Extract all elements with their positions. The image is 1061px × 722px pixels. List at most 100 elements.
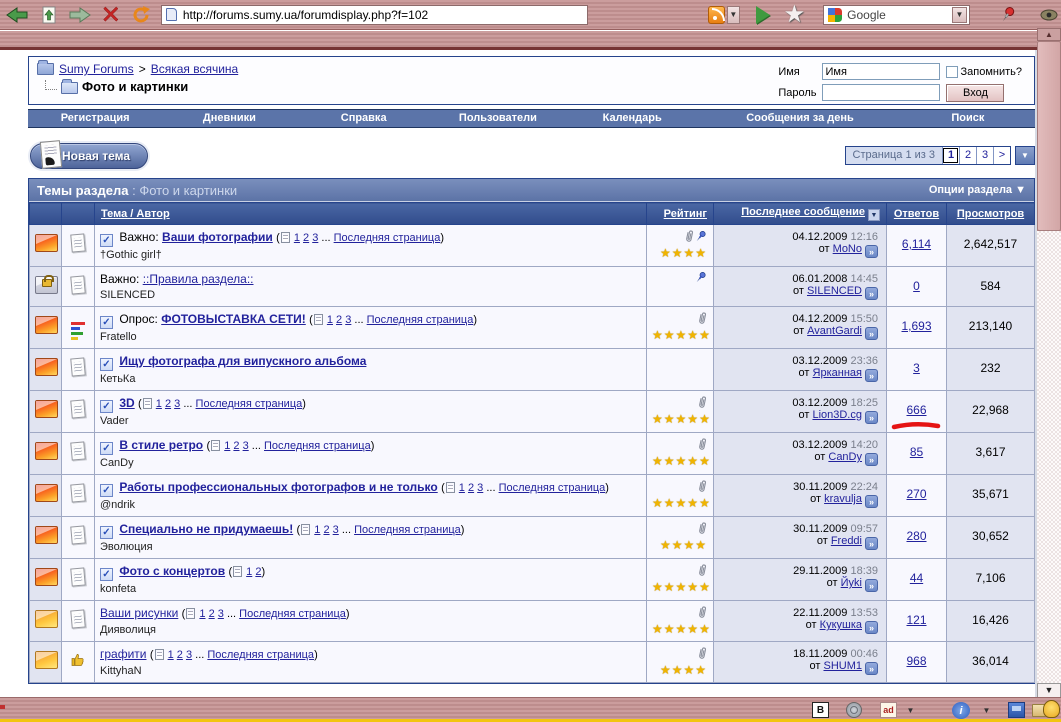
thread-page-link[interactable]: 3 (345, 314, 351, 326)
last-post-user-link[interactable]: Lion3D.cg (812, 409, 862, 421)
replies-link[interactable]: 3 (913, 361, 920, 375)
back-icon[interactable] (6, 3, 31, 27)
globe-icon[interactable] (846, 702, 862, 718)
goto-last-post-icon[interactable]: » (865, 495, 878, 508)
thread-title-link[interactable]: Специально не придумаешь! (119, 522, 293, 536)
thread-page-link[interactable]: 3 (174, 398, 180, 410)
vertical-scrollbar[interactable]: ▲ ▼ (1037, 28, 1061, 698)
search-engine-dropdown[interactable]: ▼ (952, 7, 967, 23)
thread-title-link[interactable]: графити (100, 647, 147, 661)
thread-title-link[interactable]: Фото с концертов (119, 564, 225, 578)
last-page-link[interactable]: Последняя страница (196, 398, 303, 410)
thread-page-link[interactable]: 2 (468, 482, 474, 494)
info-icon[interactable]: i (952, 702, 970, 719)
goto-last-post-icon[interactable]: » (865, 662, 878, 675)
desktop-icon[interactable] (1008, 702, 1025, 718)
last-post-user-link[interactable]: kravulja (824, 493, 862, 505)
password-field[interactable] (822, 84, 940, 101)
thread-page-link[interactable]: 2 (177, 649, 183, 661)
last-page-link[interactable]: Последняя страница (334, 232, 441, 244)
last-page-link[interactable]: Последняя страница (367, 314, 474, 326)
remember-option[interactable]: Запомнить? (946, 66, 1022, 78)
last-post-user-link[interactable]: Кукушка (820, 619, 862, 631)
thread-page-link[interactable]: 3 (218, 608, 224, 620)
last-post-user-link[interactable]: Ярканная (813, 367, 862, 379)
thread-title-link[interactable]: Работы профессиональных фотографов и не … (119, 480, 437, 494)
last-page-link[interactable]: Последняя страница (499, 482, 606, 494)
caret-down-icon[interactable]: ▼ (902, 702, 919, 718)
thread-page-link[interactable]: 3 (477, 482, 483, 494)
url-text[interactable]: http://forums.sumy.ua/forumdisplay.php?f… (183, 8, 428, 22)
thread-page-link[interactable]: 1 (246, 566, 252, 578)
replies-link[interactable]: 85 (910, 445, 923, 459)
thread-page-link[interactable]: 3 (243, 440, 249, 452)
goto-last-post-icon[interactable]: » (865, 453, 878, 466)
navbar-item-пользователи[interactable]: Пользователи (431, 110, 565, 127)
navbar-item-регистрация[interactable]: Регистрация (28, 110, 162, 127)
thread-title-link[interactable]: ::Правила раздела:: (143, 272, 254, 286)
replies-link[interactable]: 270 (906, 487, 926, 501)
last-page-link[interactable]: Последняя страница (239, 608, 346, 620)
thread-page-link[interactable]: 2 (233, 440, 239, 452)
thread-page-link[interactable]: 2 (323, 524, 329, 536)
thread-title-link[interactable]: Ваши рисунки (100, 606, 178, 620)
bold-b-icon[interactable]: B (812, 702, 829, 718)
go-icon[interactable] (756, 6, 770, 24)
next-page-link[interactable]: > (993, 147, 1010, 164)
navbar-item-календарь[interactable]: Календарь (565, 110, 699, 127)
rss-icon[interactable] (708, 6, 725, 24)
thread-page-link[interactable]: 3 (186, 649, 192, 661)
thread-page-link[interactable]: 3 (312, 232, 318, 244)
new-thread-button[interactable]: Новая тема (30, 143, 148, 169)
last-page-link[interactable]: Последняя страница (354, 524, 461, 536)
thread-page-link[interactable]: 1 (199, 608, 205, 620)
thread-page-link[interactable]: 1 (314, 524, 320, 536)
page-link-1[interactable]: 1 (942, 147, 959, 164)
refresh-icon[interactable] (128, 3, 153, 27)
navbar-item-справка[interactable]: Справка (297, 110, 431, 127)
scroll-up-button[interactable]: ▲ (1037, 28, 1061, 41)
page-link-2[interactable]: 2 (959, 147, 976, 164)
thread-page-link[interactable]: 1 (294, 232, 300, 244)
thread-page-link[interactable]: 2 (165, 398, 171, 410)
caret-down-icon[interactable]: ▼ (978, 702, 995, 718)
goto-last-post-icon[interactable]: » (865, 621, 878, 634)
navbar-item-дневники[interactable]: Дневники (162, 110, 296, 127)
scrollbar-thumb[interactable] (1037, 41, 1061, 231)
replies-link[interactable]: 1,693 (901, 319, 931, 333)
goto-last-post-icon[interactable]: » (865, 245, 878, 258)
thread-title-link[interactable]: Ищу фотографа для випускного альбома (119, 354, 366, 368)
remember-checkbox[interactable] (946, 66, 958, 78)
last-page-link[interactable]: Последняя страница (207, 649, 314, 661)
forward-icon[interactable] (67, 3, 92, 27)
thread-page-link[interactable]: 1 (168, 649, 174, 661)
last-post-user-link[interactable]: Йуki (841, 577, 862, 589)
ad-filter-icon[interactable]: ad (880, 702, 897, 718)
lamp-icon[interactable] (1043, 700, 1060, 718)
thread-page-link[interactable]: 2 (255, 566, 261, 578)
rss-dropdown[interactable]: ▼ (727, 6, 740, 24)
thread-title-link[interactable]: 3D (119, 396, 134, 410)
replies-link[interactable]: 6,114 (902, 237, 931, 251)
goto-last-post-icon[interactable]: » (865, 327, 878, 340)
last-post-user-link[interactable]: SILENCED (807, 285, 862, 297)
thread-page-link[interactable]: 2 (336, 314, 342, 326)
navbar-item-поиск[interactable]: Поиск (901, 110, 1035, 127)
replies-link[interactable]: 666 (906, 403, 926, 417)
thread-title-link[interactable]: В стиле ретро (119, 438, 203, 452)
login-button[interactable]: Вход (946, 84, 1004, 102)
goto-last-post-icon[interactable]: » (865, 287, 878, 300)
goto-last-post-icon[interactable]: » (865, 537, 878, 550)
replies-link[interactable]: 968 (906, 654, 926, 668)
thread-title-link[interactable]: Ваши фотографии (162, 230, 273, 244)
favorites-star-icon[interactable]: ★ (784, 5, 806, 25)
scrollbar-track[interactable] (1037, 231, 1061, 683)
forum-options-button[interactable]: Опции раздела ▼ (929, 184, 1026, 196)
thread-page-link[interactable]: 1 (224, 440, 230, 452)
thread-page-link[interactable]: 2 (303, 232, 309, 244)
pushpin-icon[interactable] (996, 3, 1021, 27)
last-post-user-link[interactable]: MoNo (833, 243, 862, 255)
goto-last-post-icon[interactable]: » (865, 411, 878, 424)
sort-desc-icon[interactable]: ▼ (868, 209, 880, 221)
thread-title-link[interactable]: ФОТОВЫСТАВКА СЕТИ! (161, 312, 306, 326)
